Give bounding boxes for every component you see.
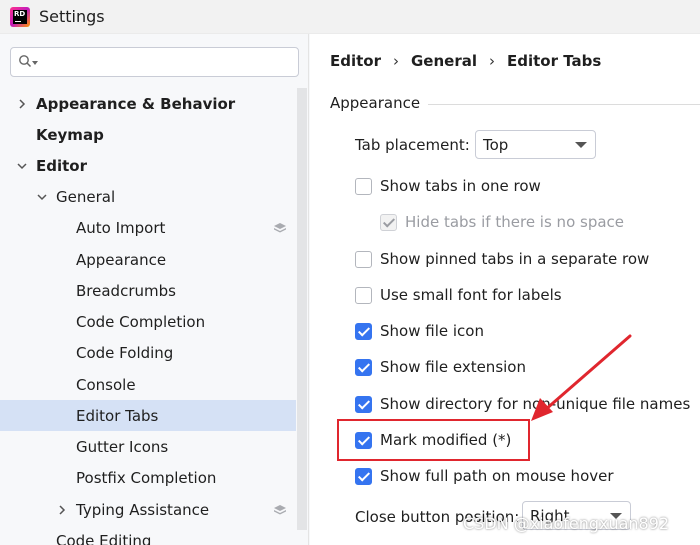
tree-item-typing-assistance[interactable]: Typing Assistance (0, 494, 296, 525)
chevron-right-icon[interactable] (16, 98, 28, 110)
search-icon (19, 55, 32, 68)
checkbox-checked[interactable] (355, 358, 372, 376)
tree-item-label: Keymap (36, 125, 104, 144)
tree-item-auto-import[interactable]: Auto Import (0, 212, 296, 243)
option-hide-tabs-no-space: Hide tabs if there is no space (380, 213, 624, 231)
option-label: Show full path on mouse hover (380, 467, 614, 485)
tree-item-label: Code Editing (56, 531, 152, 545)
option-pinned-separate-row[interactable]: Show pinned tabs in a separate row (355, 250, 649, 268)
tree-item-code-editing[interactable]: Code Editing (0, 525, 296, 545)
breadcrumb-separator: › (489, 52, 495, 70)
tree-item-appearance-behavior[interactable]: Appearance & Behavior (0, 88, 296, 119)
chevron-down-icon (575, 142, 587, 148)
tree-item-label: Code Folding (76, 343, 174, 362)
tree-item-appearance[interactable]: Appearance (0, 244, 296, 275)
option-label: Show file icon (380, 322, 484, 340)
option-label: Use small font for labels (380, 286, 562, 304)
tree-item-console[interactable]: Console (0, 369, 296, 400)
tab-placement-value: Top (483, 135, 509, 154)
search-history-dropdown-icon[interactable] (32, 61, 38, 65)
breadcrumb-item[interactable]: General (411, 52, 477, 70)
checkbox[interactable] (355, 177, 372, 195)
section-header: Appearance (330, 94, 700, 112)
section-divider (428, 103, 700, 105)
tree-item-postfix-completion[interactable]: Postfix Completion (0, 462, 296, 493)
option-full-path-hover[interactable]: Show full path on mouse hover (355, 467, 614, 485)
tree-item-label: Editor Tabs (76, 406, 159, 425)
tree-item-label: Appearance & Behavior (36, 94, 236, 113)
tree-item-label: Breadcrumbs (76, 281, 176, 300)
checkbox-checked[interactable] (355, 322, 372, 340)
watermark: CSDN @xiaofengxuan892 (463, 514, 670, 533)
settings-tree-panel: Appearance & Behavior Keymap Editor Gene… (0, 34, 309, 545)
editor-tabs-settings-panel: Editor › General › Editor Tabs Appearanc… (310, 34, 700, 545)
tree-item-editor[interactable]: Editor (0, 150, 296, 181)
window-title: Settings (39, 7, 105, 26)
tree-item-gutter-icons[interactable]: Gutter Icons (0, 431, 296, 462)
tree-item-code-completion[interactable]: Code Completion (0, 306, 296, 337)
tree-item-label: Appearance (76, 250, 167, 269)
tab-placement-select[interactable]: Top (475, 130, 596, 159)
app-icon-text: RD (13, 9, 27, 24)
breadcrumb-separator: › (393, 52, 399, 70)
option-label: Show pinned tabs in a separate row (380, 250, 650, 268)
search-input[interactable] (10, 47, 299, 77)
tree-item-editor-tabs[interactable]: Editor Tabs (0, 400, 296, 431)
option-label: Show tabs in one row (380, 177, 541, 195)
tree-item-label: Postfix Completion (76, 468, 217, 487)
chevron-down-icon[interactable] (36, 191, 48, 203)
tree-item-label: Gutter Icons (76, 437, 169, 456)
tree-item-keymap[interactable]: Keymap (0, 119, 296, 150)
checkbox-checked[interactable] (355, 467, 372, 485)
breadcrumb: Editor › General › Editor Tabs (330, 52, 601, 70)
tree-scrollbar[interactable] (297, 88, 307, 530)
checkbox-checked[interactable] (355, 395, 372, 413)
tree-item-label: Code Completion (76, 312, 206, 331)
option-label: Show file extension (380, 358, 526, 376)
tree-item-label: General (56, 187, 116, 206)
project-level-icon (274, 505, 286, 515)
chevron-right-icon[interactable] (56, 504, 68, 516)
tree-item-general[interactable]: General (0, 181, 296, 212)
tree-item-label: Auto Import (76, 218, 166, 237)
rider-app-icon: RD (10, 6, 30, 27)
project-level-icon (274, 223, 286, 233)
breadcrumb-item[interactable]: Editor (330, 52, 381, 70)
checkbox-disabled (380, 213, 397, 231)
option-small-font[interactable]: Use small font for labels (355, 286, 562, 304)
breadcrumb-item: Editor Tabs (507, 52, 602, 70)
tree-item-code-folding[interactable]: Code Folding (0, 337, 296, 368)
chevron-down-icon[interactable] (16, 160, 28, 172)
section-title: Appearance (330, 94, 421, 112)
title-bar: RD Settings (0, 0, 700, 34)
option-show-file-icon[interactable]: Show file icon (355, 322, 484, 340)
checkbox[interactable] (355, 286, 372, 304)
option-label: Show directory for non-unique file names (380, 395, 691, 413)
checkbox[interactable] (355, 250, 372, 268)
option-label: Hide tabs if there is no space (405, 213, 625, 231)
annotation-highlight-box (337, 419, 530, 461)
tab-placement-label: Tab placement: (355, 136, 470, 154)
option-show-directory[interactable]: Show directory for non-unique file names (355, 395, 690, 413)
option-show-tabs-one-row[interactable]: Show tabs in one row (355, 177, 541, 195)
tree-item-label: Editor (36, 156, 87, 175)
tree-item-breadcrumbs[interactable]: Breadcrumbs (0, 275, 296, 306)
option-show-file-extension[interactable]: Show file extension (355, 358, 526, 376)
tree-item-label: Console (76, 375, 136, 394)
tree-item-label: Typing Assistance (76, 500, 210, 519)
